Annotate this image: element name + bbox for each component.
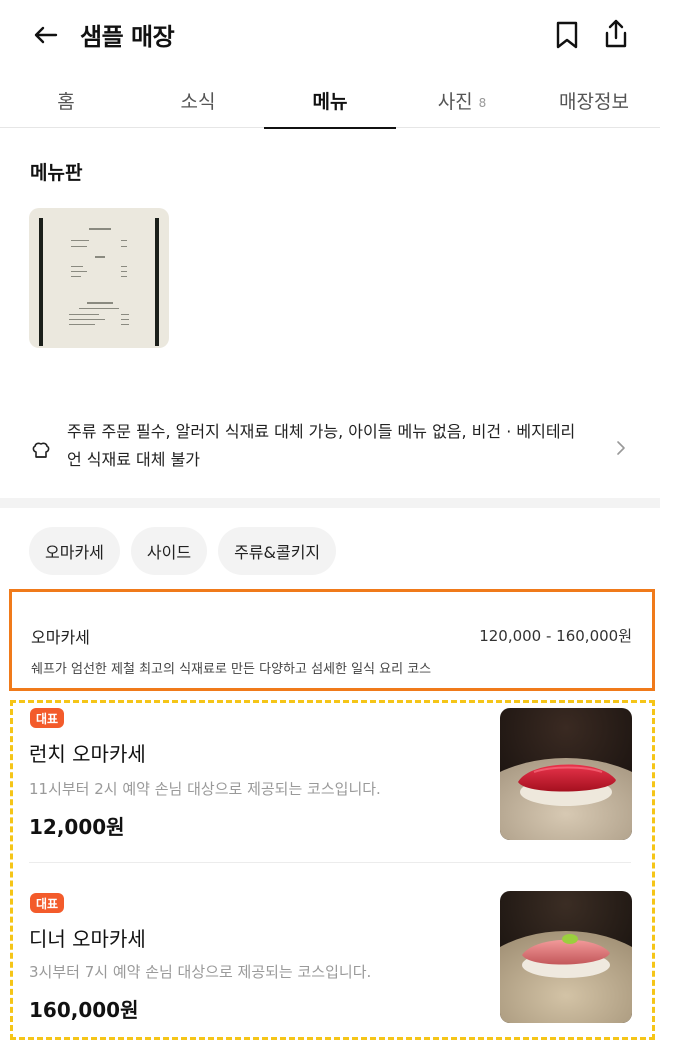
thumb-text-line <box>71 276 81 277</box>
thumb-text-line <box>121 271 127 272</box>
category-name: 오마카세 <box>31 628 90 647</box>
tab-label: 매장정보 <box>559 90 629 113</box>
dining-notice-row[interactable]: 주류 주문 필수, 알러지 식재료 대체 가능, 아이들 메뉴 없음, 비건 ·… <box>30 418 640 478</box>
menu-item-price: 160,000원 <box>29 998 139 1022</box>
chip-drinks-corkage[interactable]: 주류&콜키지 <box>218 527 337 575</box>
category-description: 쉐프가 엄선한 제철 최고의 식재료로 만든 다양하고 섬세한 일식 요리 코스 <box>31 662 432 677</box>
thumb-text-line <box>121 240 127 241</box>
item-divider <box>29 862 631 863</box>
thumb-text-line <box>89 228 111 230</box>
thumb-frame-left <box>39 218 43 346</box>
tab-label: 소식 <box>180 90 216 113</box>
tab-home[interactable]: 홈 <box>0 72 132 128</box>
tab-store-info[interactable]: 매장정보 <box>528 72 660 128</box>
thumb-text-line <box>121 319 129 320</box>
tab-news[interactable]: 소식 <box>132 72 264 128</box>
thumb-text-line <box>95 256 105 258</box>
chevron-right-icon <box>617 441 625 455</box>
chef-hat-icon <box>32 442 50 458</box>
thumb-text-line <box>79 308 119 309</box>
notice-text: 주류 주문 필수, 알러지 식재료 대체 가능, 아이들 메뉴 없음, 비건 ·… <box>67 422 576 469</box>
menu-item-description: 11시부터 2시 예약 손님 대상으로 제공되는 코스입니다. <box>29 780 381 798</box>
chip-omakase[interactable]: 오마카세 <box>29 527 120 575</box>
thumb-text-line <box>71 240 89 241</box>
menu-item-name: 런치 오마카세 <box>29 742 146 766</box>
tab-label: 홈 <box>57 90 75 113</box>
thumb-text-line <box>121 276 127 277</box>
page-title: 샘플 매장 <box>80 23 175 51</box>
thumb-text-line <box>121 246 127 247</box>
tab-menu[interactable]: 메뉴 <box>264 72 396 129</box>
signature-badge: 대표 <box>30 893 64 913</box>
category-header: 오마카세 120,000 - 160,000원 쉐프가 엄선한 제철 최고의 식… <box>9 589 655 691</box>
bookmark-icon[interactable] <box>553 20 581 50</box>
menu-item-lunch-omakase[interactable]: 대표 런치 오마카세 11시부터 2시 예약 손님 대상으로 제공되는 코스입니… <box>0 700 660 860</box>
arrow-left-icon[interactable] <box>30 20 60 50</box>
tab-label: 메뉴 <box>312 90 348 113</box>
thumb-frame-right <box>155 218 159 346</box>
thumb-text-line <box>69 319 105 320</box>
thumb-text-line <box>71 246 87 247</box>
thumb-text-line <box>69 324 95 325</box>
thumb-text-line <box>69 314 99 315</box>
seared-nigiri-photo <box>500 891 632 1023</box>
signature-badge: 대표 <box>30 708 64 728</box>
thumb-text-line <box>71 271 87 272</box>
top-app-bar: 샘플 매장 <box>0 0 660 70</box>
menu-item-description: 3시부터 7시 예약 손님 대상으로 제공되는 코스입니다. <box>29 963 372 981</box>
menuboard-heading: 메뉴판 <box>30 162 83 184</box>
menu-item-name: 디너 오마카세 <box>29 927 146 951</box>
section-divider <box>0 498 660 508</box>
thumb-text-line <box>121 324 129 325</box>
photo-count: 8 <box>478 95 487 110</box>
tab-label: 사진 <box>437 90 473 113</box>
thumb-text-line <box>121 314 129 315</box>
category-price-range: 120,000 - 160,000원 <box>479 627 632 645</box>
category-chips: 오마카세 사이드 주류&콜키지 <box>29 527 337 575</box>
tab-photos[interactable]: 사진 8 <box>396 72 528 128</box>
share-icon[interactable] <box>601 18 631 50</box>
chip-side[interactable]: 사이드 <box>130 527 208 575</box>
menu-board-image[interactable] <box>29 208 169 348</box>
menu-item-dinner-omakase[interactable]: 대표 디너 오마카세 3시부터 7시 예약 손님 대상으로 제공되는 코스입니다… <box>0 884 660 1044</box>
tab-bar: 홈 소식 메뉴 사진 8 매장정보 <box>0 72 660 129</box>
thumb-text-line <box>121 266 127 267</box>
thumb-text-line <box>87 302 113 304</box>
menu-item-price: 12,000원 <box>29 815 125 839</box>
tuna-nigiri-photo <box>500 708 632 840</box>
thumb-text-line <box>71 266 83 267</box>
